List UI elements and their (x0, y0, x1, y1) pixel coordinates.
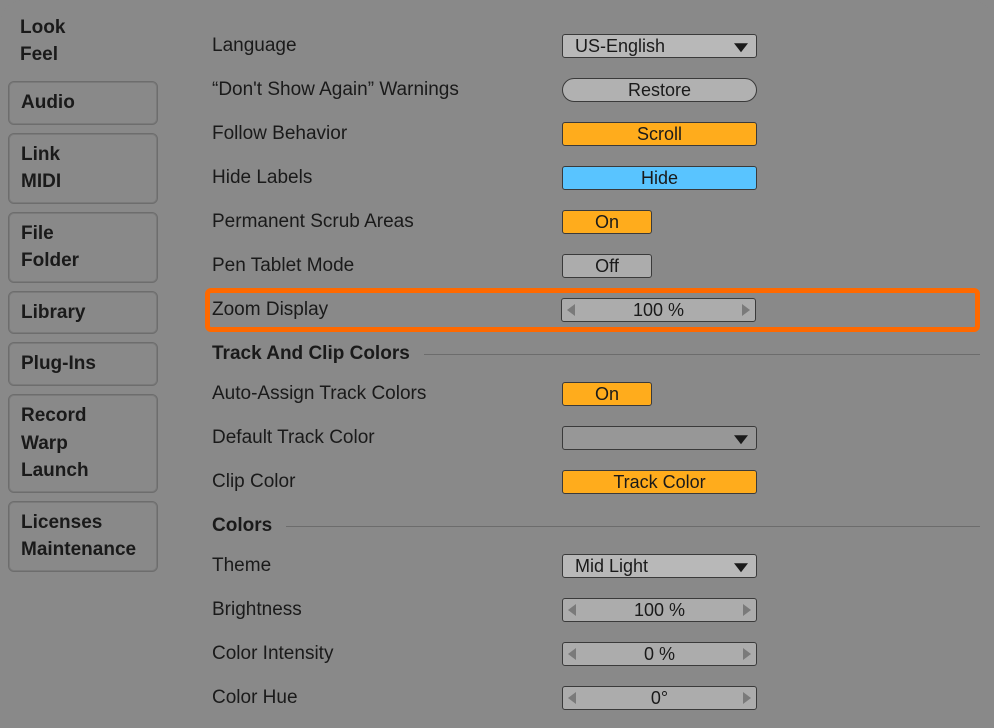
chevron-right-icon[interactable] (742, 304, 750, 316)
color-intensity-spinner[interactable]: 0 % (562, 642, 757, 666)
sidebar-item-label: Look (20, 15, 146, 42)
section-colors: Colors (212, 508, 980, 544)
section-track-clip-colors: Track And Clip Colors (212, 336, 980, 372)
chevron-left-icon[interactable] (568, 692, 576, 704)
button-label: Restore (628, 80, 691, 101)
follow-behavior-toggle[interactable]: Scroll (562, 122, 757, 146)
dropdown-value: Mid Light (575, 556, 648, 577)
sidebar-tab-library[interactable]: Library (8, 291, 158, 335)
toggle-value: On (595, 384, 619, 405)
toggle-value: Hide (641, 168, 678, 189)
sidebar-tab-plugins[interactable]: Plug-Ins (8, 342, 158, 386)
label-scrub-areas: Permanent Scrub Areas (212, 211, 562, 233)
toggle-value: On (595, 212, 619, 233)
toggle-value: Scroll (637, 124, 682, 145)
toggle-value: Off (595, 256, 619, 277)
sidebar-item-label: Launch (21, 457, 145, 485)
label-theme: Theme (212, 555, 562, 577)
label-auto-assign: Auto-Assign Track Colors (212, 383, 562, 405)
chevron-left-icon[interactable] (567, 304, 575, 316)
sidebar-tab-licenses-maintenance[interactable]: Licenses Maintenance (8, 501, 158, 572)
label-pen-tablet: Pen Tablet Mode (212, 255, 562, 277)
sidebar-item-label: Library (21, 299, 145, 327)
brightness-spinner[interactable]: 100 % (562, 598, 757, 622)
sidebar-item-label: Link (21, 141, 145, 169)
label-clip-color: Clip Color (212, 471, 562, 493)
label-warnings: “Don't Show Again” Warnings (212, 79, 562, 101)
divider (286, 526, 980, 527)
hide-labels-toggle[interactable]: Hide (562, 166, 757, 190)
chevron-left-icon[interactable] (568, 648, 576, 660)
label-hide-labels: Hide Labels (212, 167, 562, 189)
section-title: Track And Clip Colors (212, 343, 424, 365)
sidebar-tab-record-warp-launch[interactable]: Record Warp Launch (8, 394, 158, 493)
label-zoom-display: Zoom Display (212, 299, 561, 321)
section-title: Colors (212, 515, 286, 537)
preferences-content: Language US-English “Don't Show Again” W… (166, 10, 994, 728)
label-color-intensity: Color Intensity (212, 643, 562, 665)
sidebar-item-label: Warp (21, 430, 145, 458)
chevron-right-icon[interactable] (743, 648, 751, 660)
label-color-hue: Color Hue (212, 687, 562, 709)
sidebar-item-label: Record (21, 402, 145, 430)
sidebar-item-label: File (21, 220, 145, 248)
theme-dropdown[interactable]: Mid Light (562, 554, 757, 578)
preferences-sidebar: Look Feel Audio Link MIDI File Folder Li… (0, 10, 166, 728)
label-default-track-color: Default Track Color (212, 427, 562, 449)
auto-assign-toggle[interactable]: On (562, 382, 652, 406)
scrub-areas-toggle[interactable]: On (562, 210, 652, 234)
spinner-value: 0° (651, 688, 668, 709)
sidebar-item-label: Folder (21, 247, 145, 275)
sidebar-item-label: Feel (20, 42, 146, 69)
language-dropdown[interactable]: US-English (562, 34, 757, 58)
default-track-color-dropdown[interactable] (562, 426, 757, 450)
toggle-value: Track Color (613, 472, 705, 493)
sidebar-item-label: Maintenance (21, 536, 145, 564)
zoom-display-spinner[interactable]: 100 % (561, 298, 756, 322)
sidebar-tab-file-folder[interactable]: File Folder (8, 212, 158, 283)
chevron-left-icon[interactable] (568, 604, 576, 616)
sidebar-tab-look-feel[interactable]: Look Feel (8, 10, 158, 73)
chevron-right-icon[interactable] (743, 692, 751, 704)
chevron-right-icon[interactable] (743, 604, 751, 616)
label-brightness: Brightness (212, 599, 562, 621)
spinner-value: 100 % (633, 300, 684, 321)
clip-color-toggle[interactable]: Track Color (562, 470, 757, 494)
spinner-value: 100 % (634, 600, 685, 621)
sidebar-item-label: Audio (21, 89, 145, 117)
pen-tablet-toggle[interactable]: Off (562, 254, 652, 278)
zoom-display-highlight: Zoom Display 100 % (205, 288, 980, 332)
label-follow-behavior: Follow Behavior (212, 123, 562, 145)
spinner-value: 0 % (644, 644, 675, 665)
sidebar-item-label: MIDI (21, 168, 145, 196)
divider (424, 354, 980, 355)
sidebar-tab-audio[interactable]: Audio (8, 81, 158, 125)
dropdown-value: US-English (575, 36, 665, 57)
label-language: Language (212, 35, 562, 57)
restore-button[interactable]: Restore (562, 78, 757, 102)
sidebar-tab-link-midi[interactable]: Link MIDI (8, 133, 158, 204)
sidebar-item-label: Licenses (21, 509, 145, 537)
sidebar-item-label: Plug-Ins (21, 350, 145, 378)
color-hue-spinner[interactable]: 0° (562, 686, 757, 710)
